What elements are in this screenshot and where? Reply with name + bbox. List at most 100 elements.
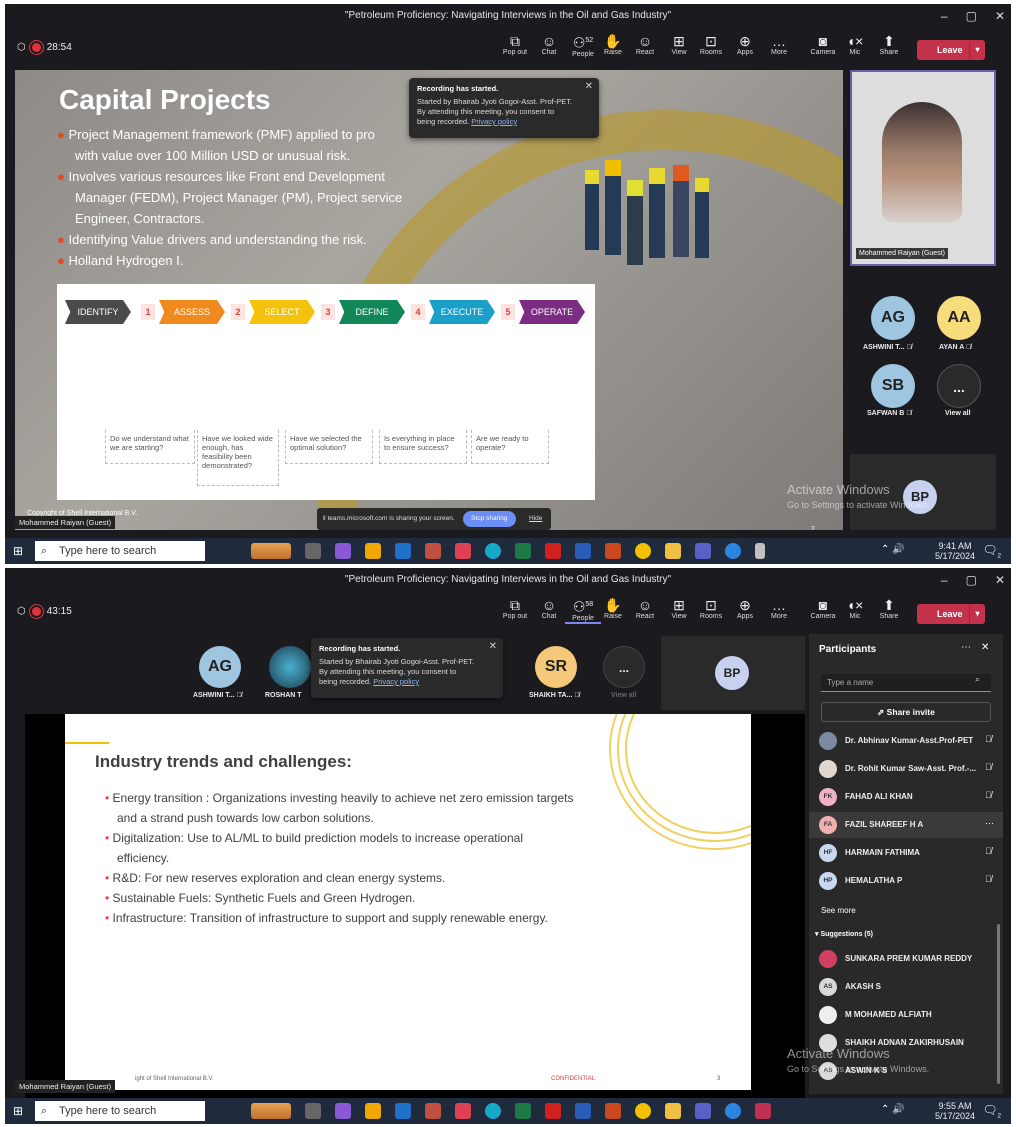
windows-start-icon[interactable]: ⊞ [13, 544, 23, 558]
participant-row[interactable]: FK FAHAD ALI KHAN [819, 786, 913, 808]
leave-button[interactable]: Leave ▾ [917, 604, 985, 624]
rooms-button[interactable]: ⊡ Rooms [693, 597, 729, 620]
participant-row[interactable]: Dr. Abhinav Kumar-Asst.Prof-PET [819, 730, 973, 752]
participant-row[interactable]: HP HEMALATHA P [819, 870, 902, 892]
leave-button[interactable]: Leave ▾ [917, 40, 985, 60]
temp-icon[interactable] [755, 543, 765, 559]
avatar-ag[interactable]: AG [871, 296, 915, 340]
mic-button[interactable]: ◖× Mic [837, 33, 873, 56]
widget-icon[interactable] [251, 543, 291, 559]
ppt-icon[interactable] [605, 543, 621, 559]
help-icon[interactable] [725, 543, 741, 559]
camera-button[interactable]: ◙ Camera [805, 597, 841, 620]
edge-icon[interactable] [485, 1103, 501, 1119]
app-icon[interactable] [425, 1103, 441, 1119]
suggestion-row[interactable]: SUNKARA PREM KUMAR REDDY [819, 948, 972, 970]
avatar-ag[interactable]: AG [199, 646, 241, 688]
game-icon[interactable] [755, 1103, 771, 1119]
excel-icon[interactable] [515, 1103, 531, 1119]
participant-row[interactable]: Dr. Rohit Kumar Saw-Asst. Prof.-... [819, 758, 976, 780]
close-icon[interactable]: ✕ [995, 4, 1005, 28]
panel-more-icon[interactable]: ⋯ [961, 642, 971, 653]
popout-button[interactable]: ⧉ Pop out [497, 33, 533, 56]
windows-start-icon[interactable]: ⊞ [13, 1104, 23, 1118]
chrome-icon[interactable] [635, 1103, 651, 1119]
self-avatar[interactable]: BP [715, 656, 749, 690]
word-icon[interactable] [575, 1103, 591, 1119]
avatar-roshan[interactable] [269, 646, 311, 688]
help-icon[interactable] [725, 1103, 741, 1119]
suggestions-header[interactable]: ▾ Suggestions (5) [815, 930, 873, 938]
react-button[interactable]: ☺ React [627, 597, 663, 620]
participant-row[interactable]: HF HARMAIN FATHIMA [819, 842, 920, 864]
maximize-icon[interactable]: ▢ [966, 568, 977, 592]
participant-search-input[interactable]: Type a name [821, 674, 991, 692]
store-icon[interactable] [365, 1103, 381, 1119]
view-button[interactable]: ⊞ View [661, 597, 697, 620]
chat-button[interactable]: ☺ Chat [531, 33, 567, 56]
notification-icon[interactable]: 🗨2 [982, 1103, 1001, 1119]
avatar-sb[interactable]: SB [871, 364, 915, 408]
suggestion-row[interactable]: M MOHAMED ALFIATH [819, 1004, 932, 1026]
raise-button[interactable]: ✋ Raise [595, 597, 631, 620]
media-icon[interactable] [395, 543, 411, 559]
taskbar-search[interactable]: Type here to search [35, 541, 205, 561]
hide-button[interactable]: Hide [529, 508, 542, 530]
more-button[interactable]: … More [761, 597, 797, 620]
react-button[interactable]: ☺ React [627, 33, 663, 56]
maximize-icon[interactable]: ▢ [966, 4, 977, 28]
ppt-icon[interactable] [605, 1103, 621, 1119]
app-icon[interactable] [425, 543, 441, 559]
pdf-icon[interactable] [545, 1103, 561, 1119]
rooms-button[interactable]: ⊡ Rooms [693, 33, 729, 56]
store-icon[interactable] [365, 543, 381, 559]
share-button[interactable]: ⬆ Share [871, 597, 907, 620]
pdf-icon[interactable] [545, 543, 561, 559]
more-icon[interactable]: ⋯ [985, 818, 994, 829]
notification-icon[interactable]: 🗨2 [982, 543, 1001, 559]
suggestion-row[interactable]: AS AKASH S [819, 976, 881, 998]
apps-button[interactable]: ⊕ Apps [727, 597, 763, 620]
chevron-down-icon[interactable]: ▾ [969, 40, 985, 60]
see-more-link[interactable]: See more [821, 906, 856, 915]
privacy-policy-link[interactable]: Privacy policy [373, 677, 419, 686]
clock[interactable]: 9:55 AM 5/17/2024 [935, 1101, 975, 1121]
paint-icon[interactable] [455, 1103, 471, 1119]
widget-icon[interactable] [251, 1103, 291, 1119]
camera-button[interactable]: ◙ Camera [805, 33, 841, 56]
edge-icon[interactable] [485, 543, 501, 559]
minimize-icon[interactable]: – [941, 4, 948, 28]
word-icon[interactable] [575, 543, 591, 559]
popout-button[interactable]: ⧉ Pop out [497, 597, 533, 620]
chevron-down-icon[interactable]: ▾ [969, 604, 985, 624]
teams-icon[interactable] [695, 1103, 711, 1119]
folder-icon[interactable] [665, 543, 681, 559]
vs-icon[interactable] [335, 543, 351, 559]
avatar-aa[interactable]: AA [937, 296, 981, 340]
minimize-icon[interactable]: – [941, 568, 948, 592]
vs-icon[interactable] [335, 1103, 351, 1119]
tray-icons[interactable]: ⌃ 🔊 [881, 544, 905, 555]
media-icon[interactable] [395, 1103, 411, 1119]
close-icon[interactable]: ✕ [995, 568, 1005, 592]
taskbar-search[interactable]: Type here to search [35, 1101, 205, 1121]
clock[interactable]: 9:41 AM 5/17/2024 [935, 541, 975, 561]
chrome-icon[interactable] [635, 543, 651, 559]
taskview-icon[interactable] [305, 543, 321, 559]
view-all-button[interactable]: ... [603, 646, 645, 688]
privacy-policy-link[interactable]: Privacy policy [471, 117, 517, 126]
apps-button[interactable]: ⊕ Apps [727, 33, 763, 56]
video-tile-speaker[interactable]: Mohammed Raiyan (Guest) [850, 70, 996, 266]
panel-scrollbar[interactable] [997, 924, 1000, 1084]
stop-sharing-button[interactable]: Stop sharing [463, 511, 516, 527]
taskview-icon[interactable] [305, 1103, 321, 1119]
view-button[interactable]: ⊞ View [661, 33, 697, 56]
close-icon[interactable]: ✕ [585, 82, 593, 92]
share-invite-button[interactable]: ⇗ Share invite [821, 702, 991, 722]
raise-button[interactable]: ✋ Raise [595, 33, 631, 56]
panel-close-icon[interactable]: ✕ [981, 642, 989, 653]
chat-button[interactable]: ☺ Chat [531, 597, 567, 620]
share-button[interactable]: ⬆ Share [871, 33, 907, 56]
participant-row[interactable]: FA FAZIL SHAREEF H A [819, 814, 923, 836]
close-icon[interactable]: ✕ [489, 642, 497, 652]
